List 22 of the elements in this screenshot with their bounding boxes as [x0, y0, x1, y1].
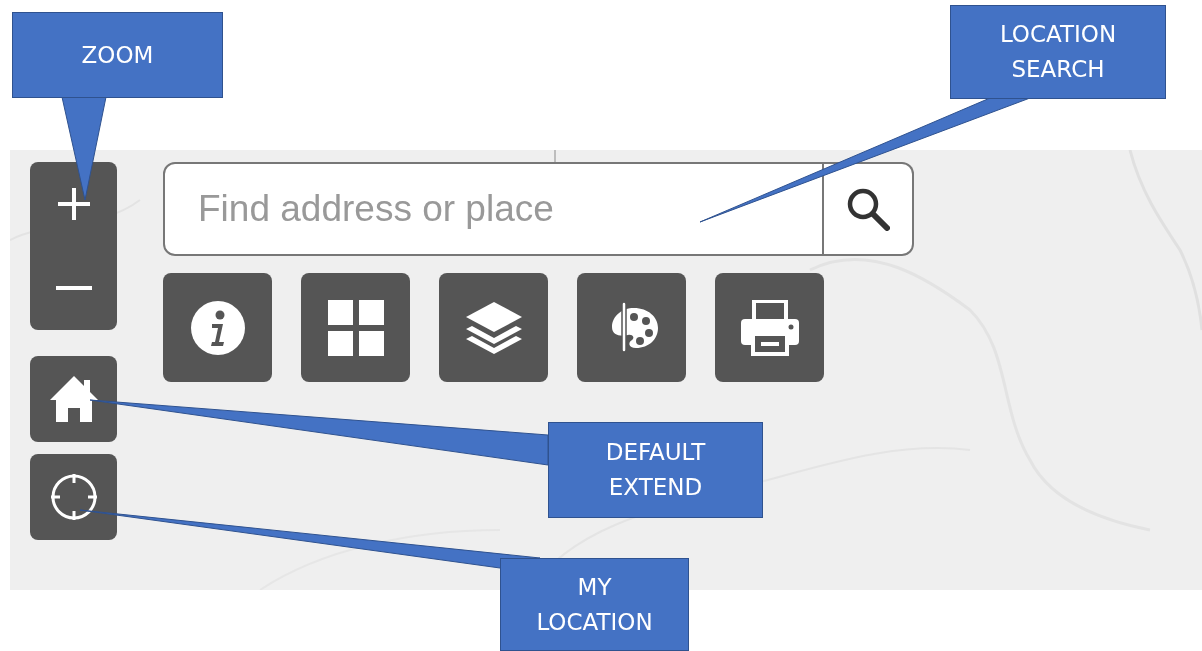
legend-button[interactable] — [577, 273, 686, 382]
search-field[interactable]: Find address or place — [163, 162, 824, 256]
search-icon — [846, 187, 890, 231]
callout-label: MY LOCATION — [500, 558, 689, 651]
callout-label: LOCATION SEARCH — [950, 5, 1166, 99]
search-button[interactable] — [824, 162, 914, 256]
minus-icon — [55, 285, 92, 291]
callout-label: DEFAULT EXTEND — [548, 422, 763, 518]
layers-button[interactable] — [439, 273, 548, 382]
locate-button[interactable] — [30, 454, 117, 540]
print-button[interactable] — [715, 273, 824, 382]
grid-icon — [327, 299, 384, 356]
layers-icon — [465, 301, 522, 354]
crosshair-icon — [48, 472, 99, 522]
basemap-button[interactable] — [301, 273, 410, 382]
printer-icon — [740, 299, 799, 356]
info-icon — [189, 299, 246, 356]
home-icon — [49, 376, 98, 422]
zoom-in-button[interactable] — [30, 162, 117, 246]
info-button[interactable] — [163, 273, 272, 382]
home-button[interactable] — [30, 356, 117, 442]
zoom-out-button[interactable] — [30, 246, 117, 330]
